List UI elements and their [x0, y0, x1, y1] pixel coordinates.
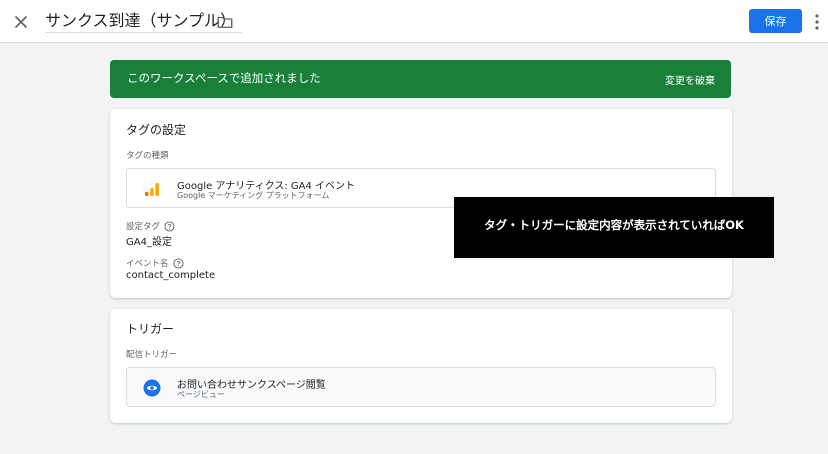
event-name-label: イベント名 — [126, 257, 184, 269]
trigger-card[interactable]: トリガー 配信トリガー お問い合わせサンクスページ閲覧 ページビュー — [110, 309, 732, 423]
config-tag-label: 設定タグ — [126, 220, 175, 232]
config-tag-value: GA4_設定 — [126, 237, 172, 248]
firing-trigger-label-text: 配信トリガー — [126, 350, 178, 360]
workspace-change-banner: このワークスペースで追加されました 変更を破棄 — [110, 60, 731, 98]
trigger-type: ページビュー — [177, 390, 225, 399]
event-name-value: contact_complete — [126, 270, 216, 281]
event-name-label-text: イベント名 — [126, 259, 169, 269]
discard-changes-button[interactable]: 変更を破棄 — [665, 72, 715, 87]
more-vert-icon[interactable] — [811, 12, 823, 32]
annotation-text: タグ・トリガーに設定内容が表示されていればOK — [484, 218, 744, 232]
config-tag-label-text: 設定タグ — [126, 222, 161, 232]
tag-config-title: タグの設定 — [126, 123, 187, 137]
help-icon[interactable] — [172, 257, 184, 269]
tag-type-label: タグの種類 — [126, 149, 169, 161]
top-bar: サンクス到達（サンプル） 保存 — [0, 0, 828, 43]
annotation-overlay: タグ・トリガーに設定内容が表示されていればOK — [454, 197, 774, 258]
tag-name-field[interactable]: サンクス到達（サンプル） — [45, 9, 243, 33]
eye-icon — [143, 379, 161, 397]
close-icon[interactable] — [10, 11, 32, 33]
trigger-title: トリガー — [126, 322, 175, 336]
tag-type-subtitle: Google マーケティング プラットフォーム — [177, 191, 330, 200]
trigger-item[interactable]: お問い合わせサンクスページ閲覧 ページビュー — [126, 367, 716, 407]
page-title: サンクス到達（サンプル） — [45, 11, 237, 30]
google-analytics-icon — [145, 183, 159, 196]
tag-type-label-text: タグの種類 — [126, 151, 169, 161]
help-icon[interactable] — [164, 220, 175, 232]
folder-icon[interactable] — [216, 13, 234, 31]
save-button[interactable]: 保存 — [749, 9, 802, 33]
banner-message: このワークスペースで追加されました — [127, 71, 321, 85]
firing-trigger-label: 配信トリガー — [126, 348, 177, 360]
